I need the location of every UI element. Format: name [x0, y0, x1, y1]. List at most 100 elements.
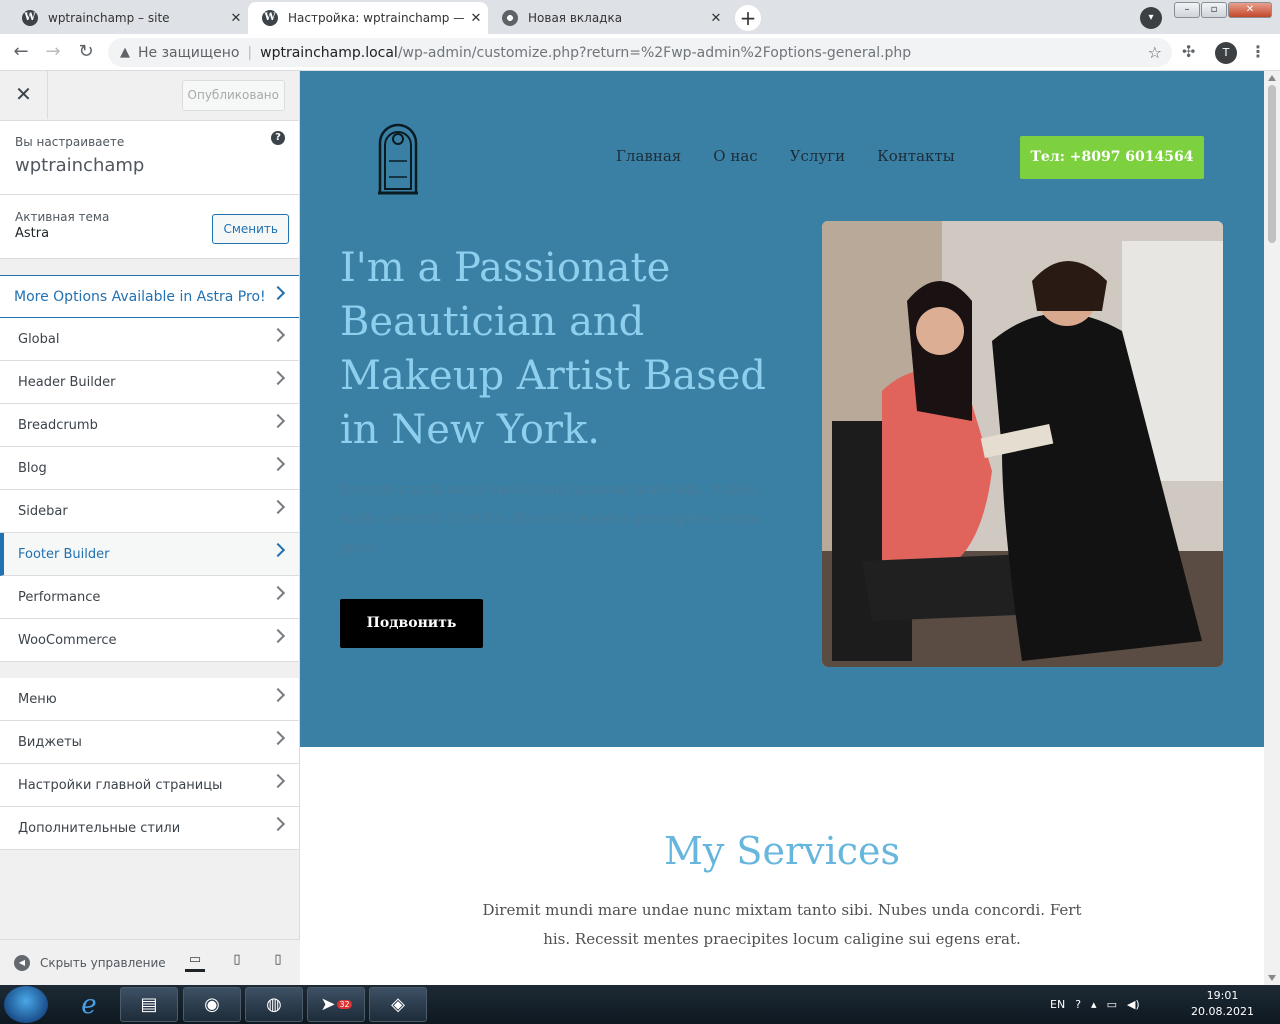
address-bar[interactable]: ▲ Не защищено | wptrainchamp.local/wp-ad…	[108, 38, 1172, 67]
customizer-sidebar: ✕ Опубликовано Вы настраиваете wptrainch…	[0, 71, 300, 985]
extensions-puzzle-icon[interactable]: ✣	[1182, 42, 1195, 61]
scroll-up-icon[interactable]	[1268, 75, 1276, 81]
start-button[interactable]	[4, 986, 48, 1023]
telegram-icon[interactable]: ➤ 32	[307, 987, 365, 1022]
chrome-taskbar-icon[interactable]: ◉	[183, 987, 241, 1022]
help-tray-icon[interactable]: ?	[1075, 998, 1081, 1011]
section-widgets[interactable]: Виджеты	[0, 721, 299, 764]
window-close-button[interactable]: ✕	[1228, 2, 1272, 18]
section-additional-css[interactable]: Дополнительные стили	[0, 807, 299, 850]
chevron-right-icon	[270, 687, 286, 703]
nav-services[interactable]: Услуги	[790, 147, 845, 165]
url-path: /wp-admin/customize.php?return=%2Fwp-adm…	[397, 44, 912, 61]
collapse-icon[interactable]: ◀	[14, 954, 30, 971]
customizing-label: Вы настраиваете	[15, 135, 125, 149]
close-customizer-icon[interactable]: ✕	[0, 71, 48, 119]
section-performance[interactable]: Performance	[0, 576, 299, 619]
tab-new[interactable]: Новая вкладка ✕	[488, 2, 728, 34]
phone-button[interactable]: Тел: +8097 6014564	[1020, 136, 1204, 179]
section-label: Дополнительные стили	[18, 820, 181, 836]
section-footer-builder[interactable]: Footer Builder	[0, 533, 299, 576]
tab-title: Настройка: wptrainchamp — site	[288, 11, 464, 25]
section-label: Виджеты	[18, 734, 82, 750]
section-breadcrumb[interactable]: Breadcrumb	[0, 404, 299, 447]
url-text: wptrainchamp.local/wp-admin/customize.ph…	[260, 45, 911, 61]
telegram-badge: 32	[337, 1000, 352, 1009]
chevron-right-icon	[270, 730, 286, 746]
nav-about[interactable]: О нас	[713, 147, 757, 165]
new-tab-button[interactable]: +	[735, 5, 761, 31]
windows-taskbar: e ▤ ◉ ◍ ➤ 32 ◈ EN ? ▴ ▭ ◀) 19:01 20.08.20…	[0, 985, 1280, 1024]
hero-section: Главная О нас Услуги Контакты Тел: +8097…	[300, 71, 1264, 747]
chevron-right-icon	[270, 370, 286, 386]
services-text: Diremit mundi mare undae nunc mixtam tan…	[482, 901, 1082, 948]
bookmark-star-icon[interactable]: ☆	[1148, 43, 1162, 62]
warning-icon: ▲	[120, 45, 130, 60]
clock[interactable]: 19:01 20.08.2021	[1191, 988, 1254, 1020]
wordpress-icon: W	[22, 10, 38, 26]
minimize-button[interactable]: –	[1174, 2, 1200, 18]
section-label: WooCommerce	[18, 632, 117, 648]
tablet-preview-icon[interactable]: ▯	[227, 952, 247, 972]
browser-menu-icon[interactable]: ⋮	[1250, 42, 1266, 61]
customizing-info: Вы настраиваете wptrainchamp	[0, 121, 299, 195]
section-menus[interactable]: Меню	[0, 678, 299, 721]
reload-icon[interactable]: ↻	[74, 40, 98, 64]
section-woocommerce[interactable]: WooCommerce	[0, 619, 299, 662]
maximize-button[interactable]: ▫	[1201, 2, 1227, 18]
chevron-right-icon	[270, 585, 286, 601]
chevron-right-icon	[270, 816, 286, 832]
nav-home[interactable]: Главная	[616, 147, 681, 165]
section-label: Настройки главной страницы	[18, 777, 223, 793]
back-icon[interactable]: ←	[9, 40, 33, 64]
network-icon[interactable]: ▴	[1091, 998, 1097, 1011]
forward-icon[interactable]: →	[41, 40, 65, 64]
internet-explorer-icon[interactable]: e	[60, 987, 118, 1022]
tab-search-icon[interactable]: ▾	[1140, 7, 1162, 29]
system-tray: EN ? ▴ ▭ ◀)	[1050, 985, 1140, 1024]
door-logo-icon[interactable]	[376, 121, 420, 195]
monitor-icon[interactable]: ▭	[1107, 998, 1117, 1011]
clock-date: 20.08.2021	[1191, 1005, 1254, 1018]
profile-avatar[interactable]: T	[1215, 42, 1237, 64]
desktop-preview-icon[interactable]: ▭	[185, 952, 205, 972]
wordpress-icon: W	[262, 10, 278, 26]
file-explorer-icon[interactable]: ▤	[120, 987, 178, 1022]
section-global[interactable]: Global	[0, 318, 299, 361]
section-label: Global	[18, 331, 60, 347]
customizer-header: ✕ Опубликовано	[0, 71, 299, 121]
section-label: Breadcrumb	[18, 417, 98, 433]
close-tab-icon[interactable]: ✕	[464, 11, 488, 26]
chrome-icon	[502, 10, 518, 26]
hero-text: Diremit mundi mare undae nunc mixtam tan…	[340, 482, 761, 556]
section-blog[interactable]: Blog	[0, 447, 299, 490]
language-indicator[interactable]: EN	[1050, 998, 1065, 1011]
call-button[interactable]: Подвонить	[340, 599, 483, 648]
chevron-right-icon	[270, 628, 286, 644]
scroll-down-icon[interactable]	[1268, 975, 1276, 981]
url-host: wptrainchamp.local	[260, 44, 398, 61]
preview-scrollbar[interactable]	[1264, 71, 1280, 985]
tab-site[interactable]: W wptrainchamp – site ✕	[8, 2, 248, 34]
separator: |	[247, 44, 253, 61]
tab-customizer[interactable]: W Настройка: wptrainchamp — site ✕	[248, 2, 488, 34]
app-icon[interactable]: ◈	[369, 987, 427, 1022]
site-preview: Главная О нас Услуги Контакты Тел: +8097…	[300, 71, 1264, 985]
section-homepage-settings[interactable]: Настройки главной страницы	[0, 764, 299, 807]
publish-button[interactable]: Опубликовано	[181, 80, 285, 111]
hide-controls-button[interactable]: Скрыть управление	[40, 956, 166, 970]
nav-contacts[interactable]: Контакты	[877, 147, 955, 165]
volume-icon[interactable]: ◀)	[1127, 998, 1140, 1011]
firefox-icon[interactable]: ◍	[245, 987, 303, 1022]
section-header-builder[interactable]: Header Builder	[0, 361, 299, 404]
mobile-preview-icon[interactable]: ▯	[268, 952, 288, 972]
astra-pro-link[interactable]: More Options Available in Astra Pro!	[0, 275, 299, 318]
close-tab-icon[interactable]: ✕	[224, 11, 248, 26]
scroll-thumb[interactable]	[1268, 85, 1276, 243]
section-sidebar[interactable]: Sidebar	[0, 490, 299, 533]
close-tab-icon[interactable]: ✕	[704, 11, 728, 26]
hero-photo	[822, 221, 1223, 667]
section-label: Blog	[18, 460, 47, 476]
change-theme-button[interactable]: Сменить	[212, 214, 289, 244]
help-icon[interactable]: ?	[271, 131, 285, 145]
